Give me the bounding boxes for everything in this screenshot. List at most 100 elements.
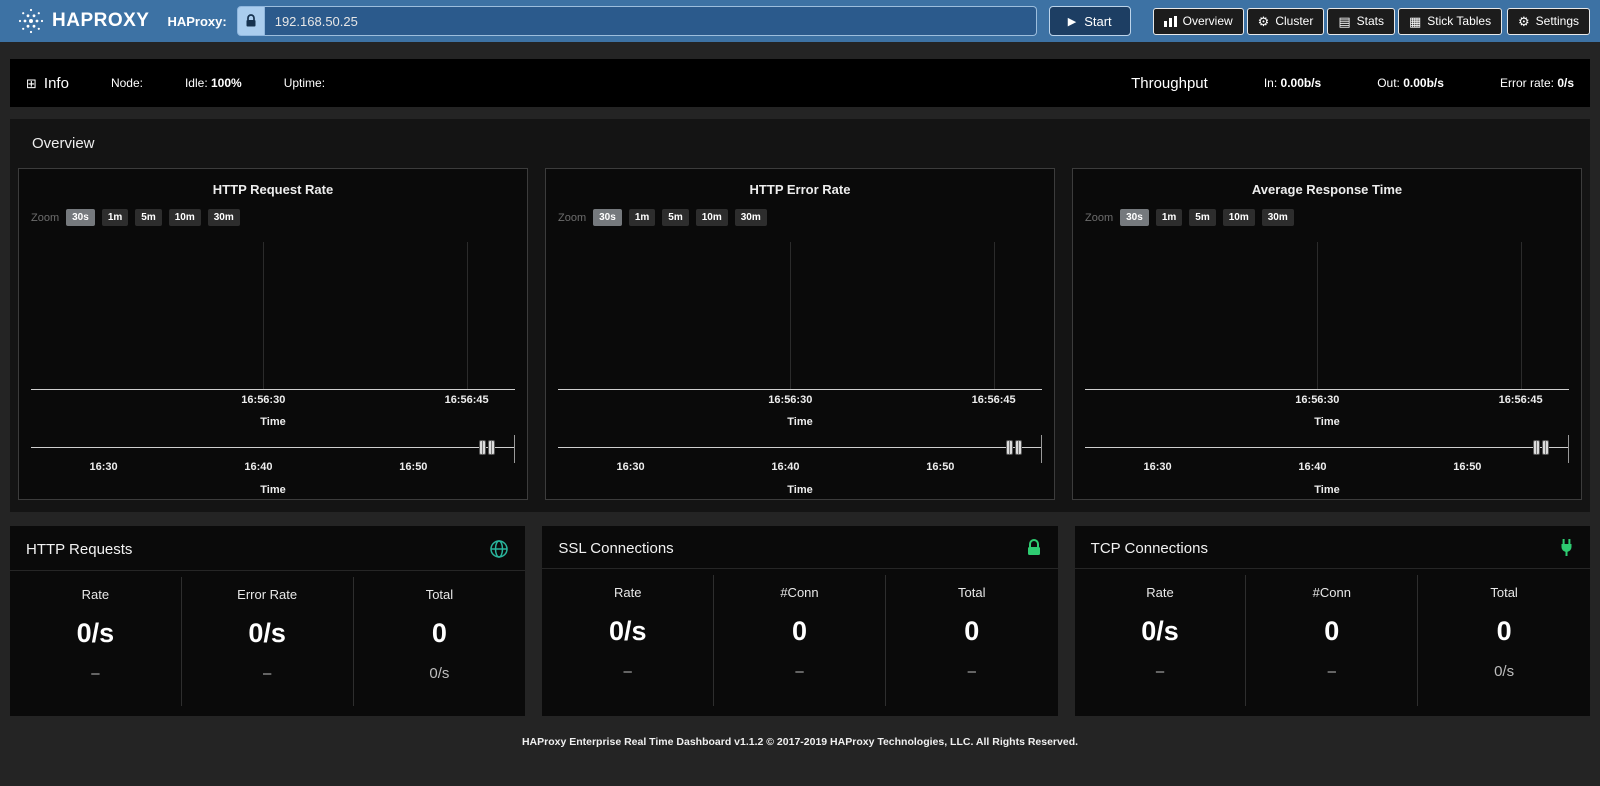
gridline — [790, 242, 791, 389]
overview-section: Overview HTTP Request Rate Zoom 30s 1m 5… — [10, 119, 1590, 512]
throughput-in: In: 0.00b/s — [1264, 76, 1321, 90]
navigator-tick: 16:30 — [617, 461, 645, 473]
stat-column-sub: – — [1328, 663, 1336, 680]
stat-panel-header: TCP Connections — [1075, 526, 1590, 569]
stat-column-header: Rate — [614, 585, 641, 600]
stat-column-sub: – — [795, 663, 803, 680]
stat-column-header: Rate — [82, 587, 109, 602]
bar-chart-icon — [1164, 16, 1177, 27]
navigator-handle[interactable] — [479, 440, 495, 455]
address-input[interactable] — [265, 6, 1037, 36]
error-rate-value: 0/s — [1557, 76, 1574, 90]
chart-title: HTTP Error Rate — [546, 169, 1054, 197]
zoom-button-1m[interactable]: 1m — [629, 209, 655, 226]
zoom-button-5m[interactable]: 5m — [662, 209, 688, 226]
stat-panel-title: SSL Connections — [558, 540, 673, 557]
navigator-grip[interactable] — [1015, 440, 1022, 455]
zoom-button-10m[interactable]: 10m — [169, 209, 201, 226]
info-bar: ⊞ Info Node: Idle: 100% Uptime: Throughp… — [10, 59, 1590, 107]
stat-panel-title: HTTP Requests — [26, 541, 132, 558]
nav-button-stats[interactable]: ▤ Stats — [1327, 8, 1395, 35]
settings-button-label: Settings — [1536, 14, 1579, 28]
stat-column-value: 0 — [1497, 616, 1512, 647]
stat-column-header: #Conn — [780, 585, 818, 600]
zoom-button-5m[interactable]: 5m — [1189, 209, 1215, 226]
navigator-grip[interactable] — [1542, 440, 1549, 455]
stat-column-header: Total — [958, 585, 985, 600]
navigator-axis-label: Time — [558, 484, 1042, 496]
navigator-axis — [1085, 447, 1569, 448]
idle-value: 100% — [211, 76, 242, 90]
start-button[interactable]: ▶ Start — [1049, 6, 1131, 36]
stat-column: Total 0 – — [886, 575, 1058, 706]
zoom-button-10m[interactable]: 10m — [1223, 209, 1255, 226]
chart-panel-http-error-rate: HTTP Error Rate Zoom 30s 1m 5m 10m 30m 1… — [545, 168, 1055, 500]
settings-button[interactable]: ⚙ Settings — [1507, 8, 1590, 35]
stat-column: #Conn 0 – — [1246, 575, 1418, 706]
idle-stat: Idle: 100% — [185, 76, 242, 90]
info-title: ⊞ Info — [26, 75, 69, 92]
footer-text: HAProxy Enterprise Real Time Dashboard v… — [0, 716, 1600, 758]
stat-column-sub: 0/s — [429, 665, 449, 682]
zoom-button-30s[interactable]: 30s — [66, 209, 95, 226]
charts-row: HTTP Request Rate Zoom 30s 1m 5m 10m 30m… — [18, 168, 1582, 500]
chart-plot: 16:56:30 16:56:45 — [558, 242, 1042, 390]
nav-button-cluster[interactable]: ⚙ Cluster — [1247, 8, 1325, 35]
chart-plot: 16:56:30 16:56:45 — [1085, 242, 1569, 390]
navigator-grip[interactable] — [488, 440, 495, 455]
navigator-tick: 16:50 — [926, 461, 954, 473]
stat-panel-body: Rate 0/s – #Conn 0 – Total 0 – — [542, 569, 1057, 716]
stat-column: #Conn 0 – — [714, 575, 886, 706]
stat-panel-body: Rate 0/s – #Conn 0 – Total 0 0/s — [1075, 569, 1590, 716]
nav-stats-label: Stats — [1357, 14, 1384, 28]
stat-column-sub: – — [1156, 663, 1164, 680]
zoom-button-1m[interactable]: 1m — [1156, 209, 1182, 226]
navigator-axis-label: Time — [31, 484, 515, 496]
section-title-overview: Overview — [32, 135, 1582, 152]
nav-button-overview[interactable]: Overview — [1153, 8, 1244, 35]
stat-column: Rate 0/s – — [10, 577, 182, 706]
stat-column-value: 0/s — [248, 618, 286, 649]
zoom-button-1m[interactable]: 1m — [102, 209, 128, 226]
zoom-button-10m[interactable]: 10m — [696, 209, 728, 226]
nav-button-stick-tables[interactable]: ▦ Stick Tables — [1398, 8, 1502, 35]
stat-column-value: 0/s — [609, 616, 647, 647]
chart-panel-http-request-rate: HTTP Request Rate Zoom 30s 1m 5m 10m 30m… — [18, 168, 528, 500]
lock-button[interactable] — [237, 6, 265, 36]
x-tick: 16:56:45 — [445, 394, 489, 406]
x-tick: 16:56:30 — [1295, 394, 1339, 406]
stat-panel-header: HTTP Requests — [10, 526, 525, 571]
navigator-handle[interactable] — [1533, 440, 1549, 455]
throughput-group: Throughput In: 0.00b/s Out: 0.00b/s Erro… — [1131, 75, 1574, 92]
idle-label: Idle: — [185, 76, 208, 90]
stat-column-header: Total — [426, 587, 453, 602]
ssl-lock-icon — [1026, 539, 1042, 557]
stat-column-value: 0 — [792, 616, 807, 647]
nav-overview-label: Overview — [1183, 14, 1233, 28]
zoom-button-30s[interactable]: 30s — [1120, 209, 1149, 226]
zoom-button-5m[interactable]: 5m — [135, 209, 161, 226]
navigator-axis — [558, 447, 1042, 448]
navigator-handle[interactable] — [1006, 440, 1022, 455]
stat-column: Total 0 0/s — [354, 577, 526, 706]
navigator-edge-line — [1568, 435, 1569, 463]
chart-navigator: 16:30 16:40 16:50 Time — [558, 440, 1042, 496]
zoom-button-30m[interactable]: 30m — [208, 209, 240, 226]
stat-column-sub: – — [968, 663, 976, 680]
x-axis-label: Time — [19, 416, 527, 428]
chart-title: HTTP Request Rate — [19, 169, 527, 197]
navigator-tick: 16:30 — [90, 461, 118, 473]
stat-panel-tcp-connections: TCP Connections Rate 0/s – #Conn 0 – Tot… — [1075, 526, 1590, 716]
stat-panel-ssl-connections: SSL Connections Rate 0/s – #Conn 0 – Tot… — [542, 526, 1057, 716]
lock-icon — [245, 14, 257, 28]
zoom-button-30m[interactable]: 30m — [735, 209, 767, 226]
stat-column-header: #Conn — [1313, 585, 1351, 600]
navigator-grip[interactable] — [479, 440, 486, 455]
gridline — [263, 242, 264, 389]
gear-icon: ⚙ — [1518, 15, 1530, 28]
zoom-button-30m[interactable]: 30m — [1262, 209, 1294, 226]
navigator-grip[interactable] — [1533, 440, 1540, 455]
navigator-grip[interactable] — [1006, 440, 1013, 455]
navigator-tick: 16:50 — [1453, 461, 1481, 473]
zoom-button-30s[interactable]: 30s — [593, 209, 622, 226]
